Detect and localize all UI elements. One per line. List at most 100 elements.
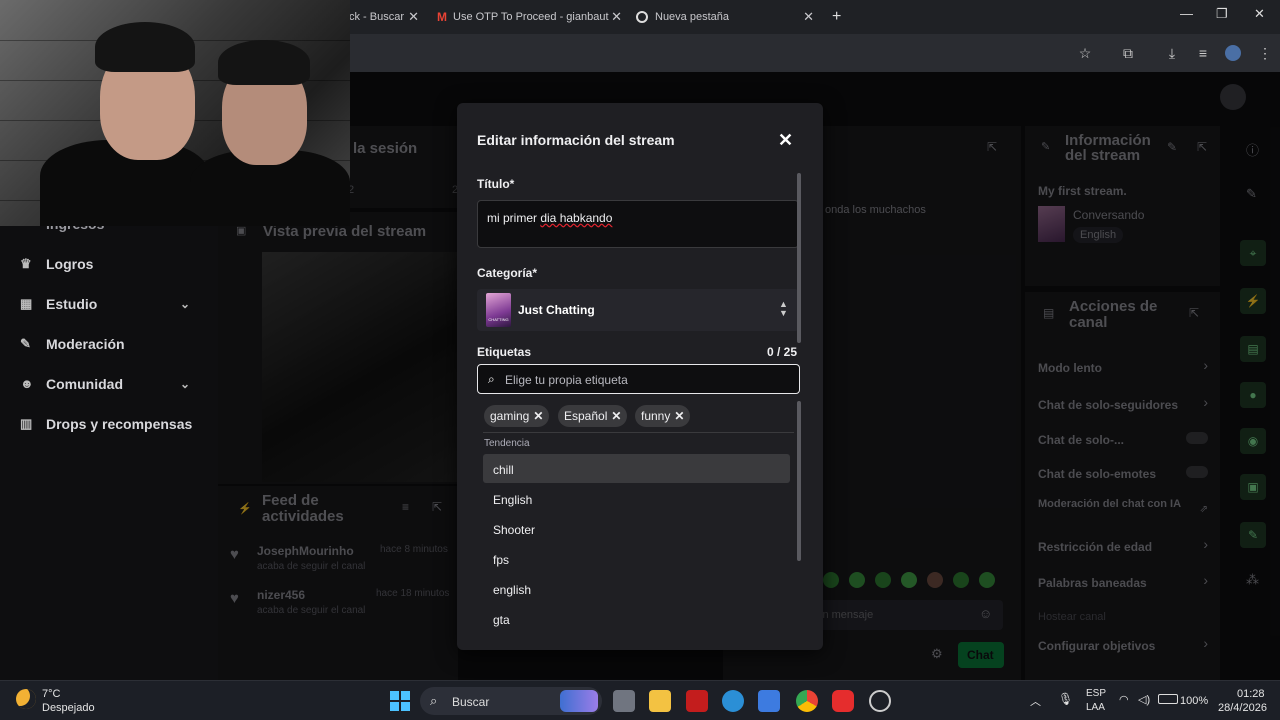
edge-icon[interactable] <box>722 690 744 712</box>
tag-search-placeholder: Elige tu propia etiqueta <box>505 373 628 387</box>
sidebar-item-label: Comunidad <box>46 376 123 392</box>
wifi-icon[interactable]: ◠ <box>1119 693 1129 706</box>
minimize-button[interactable]: — <box>1180 6 1193 21</box>
sidebar-item-comunidad[interactable]: ☻ Comunidad ⌄ <box>20 376 210 392</box>
community-icon: ☻ <box>20 376 34 391</box>
close-icon[interactable]: ✕ <box>778 130 793 151</box>
trophy-icon: ♛ <box>20 256 32 271</box>
tags-count: 0 / 25 <box>767 345 798 359</box>
tag-search-input[interactable]: ⌕ Elige tu propia etiqueta <box>477 364 800 394</box>
title-value-misspelled: dia habkando <box>540 211 613 225</box>
chevron-down-icon: ⌄ <box>180 297 191 311</box>
category-select[interactable]: CHATTING Just Chatting ▲ ▼ <box>477 289 799 331</box>
category-thumb-text: CHATTING <box>488 317 509 322</box>
category-value: Just Chatting <box>518 303 595 317</box>
youtube-icon[interactable] <box>832 690 854 712</box>
tab-title: Use OTP To Proceed - gianbaut <box>453 11 609 23</box>
store-icon[interactable] <box>758 690 780 712</box>
gmail-icon: M <box>437 10 447 24</box>
suggestion-item[interactable]: fps <box>483 544 790 573</box>
modal-scrollbar[interactable] <box>797 173 801 343</box>
windows-taskbar: 7°C Despejado ⌕ Buscar ︿ 🎙 ESP LAA ◠ ◁) … <box>0 680 1280 720</box>
studio-icon: ▦ <box>20 296 33 311</box>
sidebar-item-label: Moderación <box>46 336 125 352</box>
clock-time[interactable]: 01:28 <box>1237 688 1265 700</box>
sidebar-item-label: Drops y recompensas <box>46 416 193 432</box>
edit-stream-info-modal: Editar información del stream ✕ Título* … <box>457 103 823 650</box>
microphone-icon[interactable]: 🎙 <box>1058 692 1073 706</box>
chrome-icon <box>636 11 648 23</box>
address-field[interactable] <box>350 39 1100 67</box>
webcam-overlay <box>0 0 350 226</box>
suggestion-item[interactable]: chill <box>483 454 790 483</box>
netflix-icon[interactable] <box>686 690 708 712</box>
lang-line1[interactable]: ESP <box>1086 688 1106 699</box>
weather-desc: Despejado <box>42 702 95 714</box>
tags-label: Etiquetas <box>477 345 532 359</box>
drops-icon: ▥ <box>20 416 33 431</box>
bookmark-star-icon[interactable]: ☆ <box>1077 45 1093 61</box>
wrench-icon: ✎ <box>20 336 31 351</box>
remove-tag-icon[interactable]: ✕ <box>674 409 684 423</box>
weather-icon <box>16 689 36 709</box>
suggestion-item[interactable]: english <box>483 574 790 603</box>
remove-tag-icon[interactable]: ✕ <box>611 409 621 423</box>
search-highlight-icon <box>560 690 598 712</box>
close-window-button[interactable]: ✕ <box>1254 6 1265 22</box>
taskbar-search-label: Buscar <box>452 695 490 709</box>
tab-title: Nueva pestaña <box>655 11 729 23</box>
extensions-icon[interactable]: ⧉ <box>1120 45 1136 61</box>
suggestion-item[interactable]: Shooter <box>483 514 790 543</box>
tag-chip-gaming[interactable]: gaming ✕ <box>484 405 550 427</box>
app-icon[interactable] <box>869 690 891 712</box>
chrome-taskbar-icon[interactable] <box>796 690 818 712</box>
suggestions-scrollbar[interactable] <box>797 401 801 561</box>
suggestion-item[interactable]: English <box>483 484 790 513</box>
title-input[interactable]: mi primer dia habkando <box>477 200 799 248</box>
sidebar-item-drops[interactable]: ▥ Drops y recompensas <box>20 416 192 432</box>
category-label: Categoría* <box>477 266 538 280</box>
search-icon: ⌕ <box>430 693 438 708</box>
sidebar-item-label: Estudio <box>46 296 98 312</box>
title-value: mi primer <box>487 211 541 225</box>
clock-date[interactable]: 28/4/2026 <box>1218 702 1267 714</box>
tab-close-icon[interactable]: ✕ <box>611 9 622 25</box>
maximize-button[interactable]: ❐ <box>1216 6 1228 22</box>
battery-percent: 100% <box>1180 695 1209 707</box>
volume-icon[interactable]: ◁) <box>1138 693 1150 706</box>
tab-nueva-pestana[interactable]: Nueva pestaña ✕ <box>636 4 814 30</box>
sidebar-item-logros[interactable]: ♛ Logros <box>20 256 93 272</box>
tab-title: ck - Buscar <box>349 11 405 23</box>
battery-icon[interactable] <box>1158 694 1178 704</box>
task-view-icon[interactable] <box>613 690 635 712</box>
profile-avatar[interactable] <box>1225 45 1241 61</box>
tag-chip-funny[interactable]: funny ✕ <box>635 405 691 427</box>
tab-otp[interactable]: M Use OTP To Proceed - gianbaut ✕ <box>437 4 622 30</box>
windows-start-icon[interactable] <box>390 691 410 711</box>
chevron-down-icon: ⌄ <box>180 377 191 391</box>
title-label: Título* <box>477 177 515 191</box>
category-thumbnail: CHATTING <box>486 293 511 327</box>
chevron-up-icon[interactable]: ︿ <box>1030 693 1041 709</box>
new-tab-button[interactable]: + <box>832 4 841 30</box>
suggestion-item[interactable]: gta <box>483 604 790 633</box>
tab-close-icon[interactable]: ✕ <box>803 9 814 25</box>
search-icon: ⌕ <box>488 372 495 386</box>
file-explorer-icon[interactable] <box>649 690 671 712</box>
tag-chip-espanol[interactable]: Español ✕ <box>558 405 628 427</box>
tab-close-icon[interactable]: ✕ <box>408 9 419 25</box>
taskbar-search[interactable]: ⌕ Buscar <box>420 687 602 715</box>
sidebar-item-moderacion[interactable]: ✎ Moderación <box>20 336 125 352</box>
sidebar-item-estudio[interactable]: ▦ Estudio ⌄ <box>20 296 210 312</box>
download-icon[interactable]: ⤓ <box>1164 45 1180 61</box>
remove-tag-icon[interactable]: ✕ <box>533 409 543 423</box>
tab-buscar[interactable]: ck - Buscar ✕ <box>349 4 419 30</box>
menu-icon[interactable]: ⋮ <box>1257 45 1273 61</box>
lang-line2[interactable]: LAA <box>1086 702 1105 713</box>
modal-title: Editar información del stream <box>477 132 675 148</box>
trending-label: Tendencia <box>484 438 530 449</box>
media-control-icon[interactable]: ≡ <box>1195 45 1211 61</box>
tag-chip-label: gaming <box>490 409 530 423</box>
weather-temp: 7°C <box>42 688 61 700</box>
sort-caret-icon: ▲ ▼ <box>779 299 788 318</box>
